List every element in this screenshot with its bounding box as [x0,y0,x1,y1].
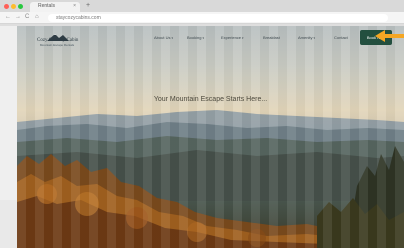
nav-item-breakfast[interactable]: Breakfast [263,35,280,40]
browser-tab[interactable]: Rentals × [30,2,80,12]
overlay-texture [17,26,404,248]
minimize-window-icon[interactable] [11,4,16,9]
maximize-window-icon[interactable] [18,4,23,9]
nav-label: Contact [334,35,348,40]
website-viewport: Cozy Country Cabin Mountain Escape Renta… [17,26,404,248]
nav-label: About Us [154,35,171,40]
hero-title: Your Mountain Escape Starts Here... [153,96,268,103]
browser-toolbar: ← → C ⌂ staycozycabins.com [0,12,404,24]
nav-item-experience[interactable]: Experience▾ [221,35,244,40]
nav-item-contact[interactable]: Contact [334,35,348,40]
screenshot: Rentals × + ← → C ⌂ staycozycabins.com C… [0,0,404,248]
nav-label: Amenity [298,35,313,40]
new-tab-icon[interactable]: + [86,2,90,10]
close-window-icon[interactable] [4,4,9,9]
nav-label: Experience [221,35,242,40]
tab-close-icon[interactable]: × [73,3,76,9]
address-bar[interactable]: staycozycabins.com [48,14,388,22]
logo-tagline: Mountain Escape Rentals [39,43,75,47]
nav-item-about[interactable]: About Us▾ [154,35,173,40]
tab-strip: Rentals × + [0,0,404,12]
forward-icon[interactable]: → [15,14,21,21]
chevron-down-icon: ▾ [242,36,244,40]
url-text: staycozycabins.com [56,15,101,21]
back-icon[interactable]: ← [5,14,11,21]
browser-chrome: Rentals × + ← → C ⌂ staycozycabins.com [0,0,404,26]
site-header: Cozy Country Cabin Mountain Escape Renta… [17,26,404,50]
left-gutter [0,200,17,248]
nav-item-booking[interactable]: Booking▾ [187,35,204,40]
nav-item-amenity[interactable]: Amenity▾ [298,35,315,40]
pointer-arrow-tail [384,34,404,38]
nav-label: Booking [187,35,202,40]
nav-label: Breakfast [263,35,280,40]
chevron-down-icon: ▾ [171,36,173,40]
home-icon[interactable]: ⌂ [35,14,39,21]
chevron-down-icon: ▾ [202,36,204,40]
chevron-down-icon: ▾ [313,36,315,40]
reload-icon[interactable]: C [25,14,29,21]
tab-title: Rentals [38,3,55,9]
site-logo[interactable]: Cozy Country Cabin Mountain Escape Renta… [37,29,78,47]
browser-window: Rentals × + ← → C ⌂ staycozycabins.com C… [0,0,404,248]
